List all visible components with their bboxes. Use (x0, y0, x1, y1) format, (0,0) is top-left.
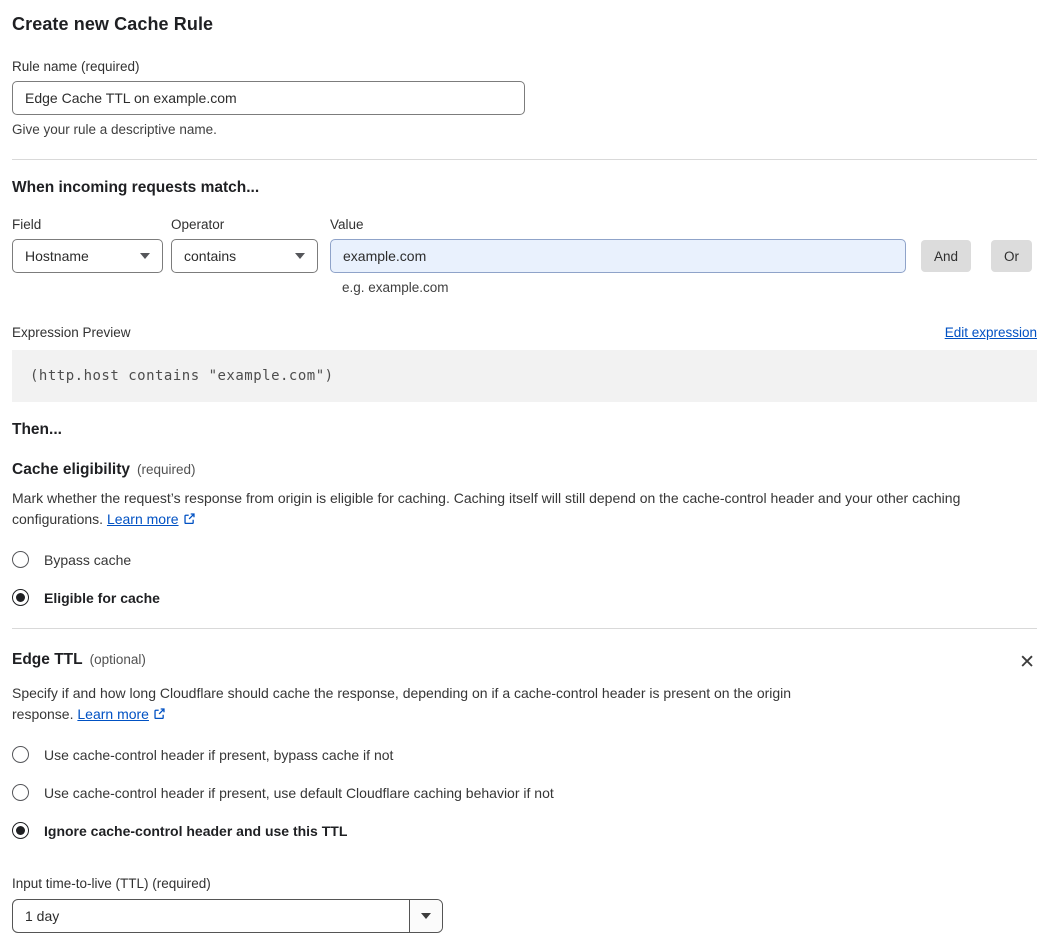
expression-code-box: (http.host contains "example.com") (12, 350, 1037, 402)
operator-select-value: contains (184, 248, 237, 264)
rule-name-label: Rule name (required) (12, 59, 140, 74)
field-select-value: Hostname (25, 248, 89, 264)
create-cache-rule-form: Create new Cache Rule Rule name (require… (0, 0, 1058, 945)
rule-name-input[interactable] (12, 81, 525, 115)
cache-eligibility-learn-more-link[interactable]: Learn more (107, 511, 179, 527)
section-divider (12, 628, 1037, 629)
radio-ignore-header-use-ttl-label: Ignore cache-control header and use this… (44, 822, 348, 839)
radio-bypass-cache-label: Bypass cache (44, 551, 132, 568)
radio-icon (12, 784, 29, 801)
match-controls-row: Hostname contains And Or (12, 239, 1037, 273)
ttl-select[interactable]: 1 day (12, 899, 443, 933)
value-label: Value (330, 217, 364, 232)
edit-expression-link[interactable]: Edit expression (945, 325, 1037, 340)
operator-label: Operator (171, 217, 225, 232)
value-input[interactable] (330, 239, 906, 273)
chevron-down-icon (140, 253, 150, 259)
operator-select[interactable]: contains (171, 239, 318, 273)
radio-eligible-for-cache[interactable]: Eligible for cache (12, 589, 1037, 606)
edge-ttl-title-row: Edge TTL (optional) (12, 651, 146, 669)
edge-ttl-learn-more-link[interactable]: Learn more (77, 706, 149, 722)
external-link-icon (154, 708, 165, 720)
field-select[interactable]: Hostname (12, 239, 163, 273)
radio-icon (12, 551, 29, 568)
page-title: Create new Cache Rule (12, 14, 214, 34)
radio-use-header-bypass-label: Use cache-control header if present, byp… (44, 746, 394, 763)
radio-bypass-cache[interactable]: Bypass cache (12, 551, 1037, 568)
edge-ttl-title: Edge TTL (12, 651, 83, 668)
external-link-icon (183, 513, 195, 525)
radio-use-header-default[interactable]: Use cache-control header if present, use… (12, 784, 1037, 801)
close-icon[interactable]: ✕ (1017, 651, 1037, 674)
match-labels-row: Field Operator Value (12, 217, 1037, 232)
cache-eligibility-header: Cache eligibility (required) (12, 461, 1037, 479)
radio-icon-selected (12, 822, 29, 839)
radio-ignore-header-use-ttl[interactable]: Ignore cache-control header and use this… (12, 822, 1037, 839)
ttl-input-block: Input time-to-live (TTL) (required) 1 da… (12, 876, 1037, 933)
or-button[interactable]: Or (991, 240, 1032, 272)
radio-icon-selected (12, 589, 29, 606)
and-button[interactable]: And (920, 240, 971, 272)
then-heading: Then... (12, 421, 62, 438)
expression-preview-label: Expression Preview (12, 325, 131, 340)
chevron-down-icon (421, 913, 431, 919)
edge-ttl-optional-badge: (optional) (89, 652, 146, 667)
radio-use-header-bypass[interactable]: Use cache-control header if present, byp… (12, 746, 1037, 763)
radio-eligible-for-cache-label: Eligible for cache (44, 589, 160, 606)
expression-header: Expression Preview Edit expression (12, 325, 1037, 340)
radio-icon (12, 746, 29, 763)
value-help: e.g. example.com (342, 280, 449, 295)
cache-eligibility-required-badge: (required) (137, 462, 196, 477)
cache-eligibility-title: Cache eligibility (12, 461, 131, 478)
edge-ttl-description: Specify if and how long Cloudflare shoul… (12, 683, 844, 725)
ttl-dropdown-button[interactable] (409, 900, 442, 932)
rule-name-help: Give your rule a descriptive name. (12, 122, 217, 137)
cache-eligibility-description: Mark whether the request’s response from… (12, 488, 1037, 530)
edge-ttl-header: Edge TTL (optional) ✕ (12, 651, 1037, 674)
ttl-label: Input time-to-live (TTL) (required) (12, 876, 211, 891)
field-label: Field (12, 217, 42, 232)
section-divider (12, 159, 1037, 160)
match-heading: When incoming requests match... (12, 179, 260, 196)
ttl-select-value: 1 day (25, 908, 60, 924)
radio-use-header-default-label: Use cache-control header if present, use… (44, 784, 554, 801)
chevron-down-icon (295, 253, 305, 259)
